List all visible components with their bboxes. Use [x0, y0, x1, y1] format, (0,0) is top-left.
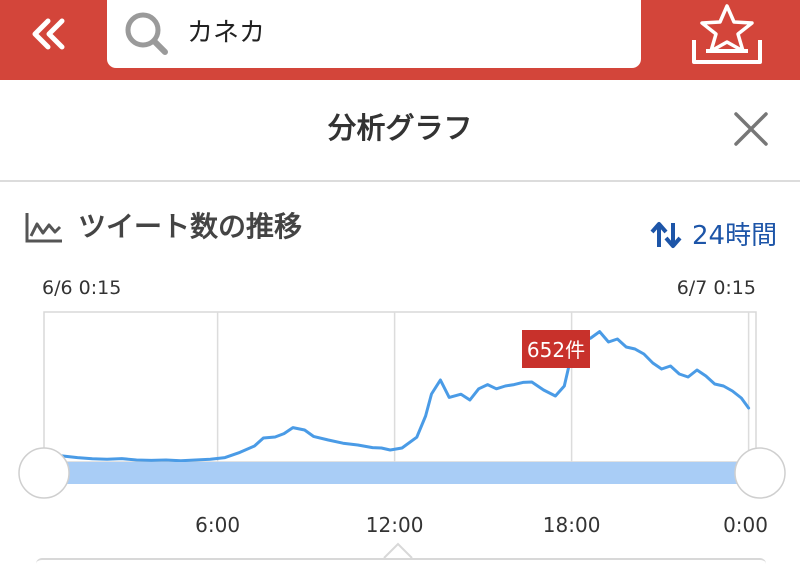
start-time-label: 6/6 0:15	[42, 277, 121, 299]
end-time-label: 6/7 0:15	[677, 277, 756, 299]
x-tick-label: 12:00	[366, 513, 424, 537]
detail-panel-edge	[36, 558, 766, 564]
x-tick-label: 6:00	[195, 513, 240, 537]
x-axis-tick-labels: 6:00 12:00 18:00 0:00	[195, 513, 768, 537]
tweet-count-line-chart: 6/6 0:15 6/7 0:15 652件 6:00 12:00 18:00 0:0…	[18, 277, 786, 559]
plot-area	[43, 311, 757, 463]
tooltip-value-label: 652件	[527, 338, 585, 362]
range-selector-bar[interactable]	[44, 462, 756, 484]
x-tick-label: 18:00	[543, 513, 601, 537]
range-handle-right[interactable]	[734, 447, 786, 499]
value-tooltip: 652件	[522, 330, 590, 368]
x-tick-label: 0:00	[723, 513, 768, 537]
detail-pointer	[383, 542, 413, 559]
range-handle-left[interactable]	[18, 447, 70, 499]
